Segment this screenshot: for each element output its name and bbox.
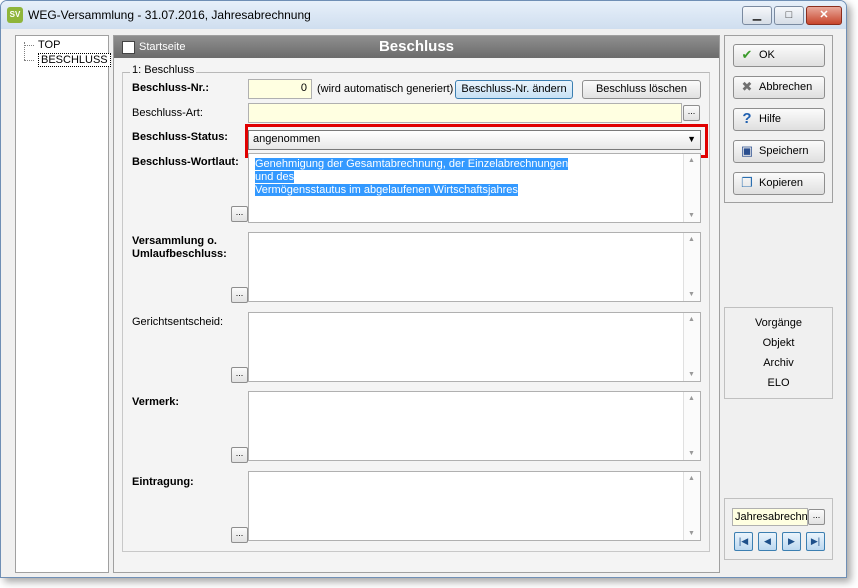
eintragung-label: Eintragung: — [132, 476, 194, 488]
vermerk-textarea[interactable]: ▲ ▼ — [248, 391, 701, 461]
tree-item-top[interactable]: TOP — [24, 39, 60, 51]
gericht-label: Gerichtsentscheid: — [132, 316, 224, 328]
speichern-button[interactable]: ▣ Speichern — [733, 140, 825, 163]
hilfe-button[interactable]: ? Hilfe — [733, 108, 825, 131]
gericht-scrollbar[interactable]: ▲ ▼ — [683, 313, 700, 381]
kopieren-label: Kopieren — [759, 177, 804, 189]
links-panel: Vorgänge Objekt Archiv ELO — [724, 307, 833, 399]
vermerk-expand-button[interactable]: ... — [231, 447, 248, 463]
art-label: Beschluss-Art: — [132, 107, 203, 119]
tree-item-label: TOP — [38, 39, 61, 51]
versammlung-label-1: Versammlung o. — [132, 235, 217, 247]
wortlaut-line-2: Vermögensstautus im abgelaufenen Wirtsch… — [255, 184, 518, 196]
art-lookup-button[interactable]: ... — [683, 105, 700, 121]
action-panel: ✔ OK ✖ Abbrechen ? Hilfe ▣ Speichern ❐ K… — [724, 35, 833, 203]
nr-label: Beschluss-Nr.: — [132, 82, 210, 94]
nr-hint: (wird automatisch generiert) — [317, 83, 454, 95]
prev-record-icon[interactable]: ◀ — [758, 532, 777, 551]
wortlaut-selected-text: Genehmigung der Gesamtabrechnung, der Ei… — [255, 158, 585, 197]
last-record-icon[interactable]: ▶| — [806, 532, 825, 551]
record-lookup-button[interactable]: ... — [808, 509, 825, 525]
record-field[interactable]: Jahresabrechnung — [732, 508, 808, 526]
scroll-down-icon[interactable]: ▼ — [688, 450, 695, 457]
kopieren-button[interactable]: ❐ Kopieren — [733, 172, 825, 195]
versammlung-expand-button[interactable]: ... — [231, 287, 248, 303]
checkmark-icon: ✔ — [741, 47, 753, 62]
abbrechen-button[interactable]: ✖ Abbrechen — [733, 76, 825, 99]
versammlung-textarea[interactable]: ▲ ▼ — [248, 232, 701, 302]
versammlung-scrollbar[interactable]: ▲ ▼ — [683, 233, 700, 301]
close-button[interactable]: ✕ — [806, 6, 842, 25]
tree-item-beschluss[interactable]: BESCHLUSS — [24, 53, 111, 67]
nr-value: 0 — [300, 82, 307, 94]
vermerk-label: Vermerk: — [132, 396, 180, 408]
scroll-down-icon[interactable]: ▼ — [688, 212, 695, 219]
wortlaut-textarea[interactable]: Genehmigung der Gesamtabrechnung, der Ei… — [248, 153, 701, 223]
scroll-up-icon[interactable]: ▲ — [688, 157, 695, 164]
main-window: SV WEG-Versammlung - 31.07.2016, Jahresa… — [0, 0, 847, 578]
vermerk-scrollbar[interactable]: ▲ ▼ — [683, 392, 700, 460]
copy-icon: ❐ — [741, 175, 753, 190]
gericht-textarea[interactable]: ▲ ▼ — [248, 312, 701, 382]
help-icon: ? — [742, 110, 752, 127]
eintragung-textarea[interactable]: ▲ ▼ — [248, 471, 701, 541]
link-objekt[interactable]: Objekt — [725, 337, 832, 349]
scroll-up-icon[interactable]: ▲ — [688, 395, 695, 402]
save-disk-icon: ▣ — [740, 143, 754, 158]
change-nr-button[interactable]: Beschluss-Nr. ändern — [455, 80, 573, 99]
delete-beschluss-button[interactable]: Beschluss löschen — [582, 80, 701, 99]
versammlung-label-2: Umlaufbeschluss: — [132, 248, 227, 260]
link-vorgaenge[interactable]: Vorgänge — [725, 317, 832, 329]
link-archiv[interactable]: Archiv — [725, 357, 832, 369]
panel-header: Startseite Beschluss — [114, 36, 719, 58]
eintragung-expand-button[interactable]: ... — [231, 527, 248, 543]
beschluss-panel: Startseite Beschluss 1: Beschluss Beschl… — [113, 35, 720, 573]
app-icon: SV — [7, 7, 23, 23]
gericht-expand-button[interactable]: ... — [231, 367, 248, 383]
minimize-button[interactable]: ▁ — [742, 6, 772, 25]
hilfe-label: Hilfe — [759, 113, 782, 125]
wortlaut-line-1: Genehmigung der Gesamtabrechnung, der Ei… — [255, 158, 569, 183]
ok-label: OK — [759, 49, 775, 61]
wortlaut-expand-button[interactable]: ... — [231, 206, 248, 222]
scroll-up-icon[interactable]: ▲ — [688, 475, 695, 482]
cancel-x-icon: ✖ — [741, 79, 753, 94]
scroll-up-icon[interactable]: ▲ — [688, 236, 695, 243]
scroll-down-icon[interactable]: ▼ — [688, 530, 695, 537]
record-navigation: Jahresabrechnung ... |◀ ◀ ▶ ▶| — [724, 498, 833, 560]
scroll-down-icon[interactable]: ▼ — [688, 291, 695, 298]
nr-field[interactable]: 0 — [248, 79, 312, 99]
tree-item-label: BESCHLUSS — [38, 53, 111, 67]
scroll-up-icon[interactable]: ▲ — [688, 316, 695, 323]
speichern-label: Speichern — [759, 145, 809, 157]
status-label: Beschluss-Status: — [132, 131, 228, 143]
wortlaut-scrollbar[interactable]: ▲ ▼ — [683, 154, 700, 222]
maximize-button[interactable]: □ — [774, 6, 804, 25]
next-record-icon[interactable]: ▶ — [782, 532, 801, 551]
page-title: Beschluss — [378, 38, 455, 55]
link-elo[interactable]: ELO — [725, 377, 832, 389]
group-label: 1: Beschluss — [130, 64, 197, 76]
scroll-down-icon[interactable]: ▼ — [688, 371, 695, 378]
title-bar[interactable]: SV WEG-Versammlung - 31.07.2016, Jahresa… — [1, 1, 846, 29]
window-title: WEG-Versammlung - 31.07.2016, Jahresabre… — [28, 8, 311, 22]
navigation-tree: TOP BESCHLUSS — [15, 35, 111, 573]
first-record-icon[interactable]: |◀ — [734, 532, 753, 551]
abbrechen-label: Abbrechen — [759, 81, 813, 93]
eintragung-scrollbar[interactable]: ▲ ▼ — [683, 472, 700, 540]
ok-button[interactable]: ✔ OK — [733, 44, 825, 67]
art-field[interactable] — [248, 103, 682, 123]
wortlaut-label: Beschluss-Wortlaut: — [132, 156, 239, 168]
